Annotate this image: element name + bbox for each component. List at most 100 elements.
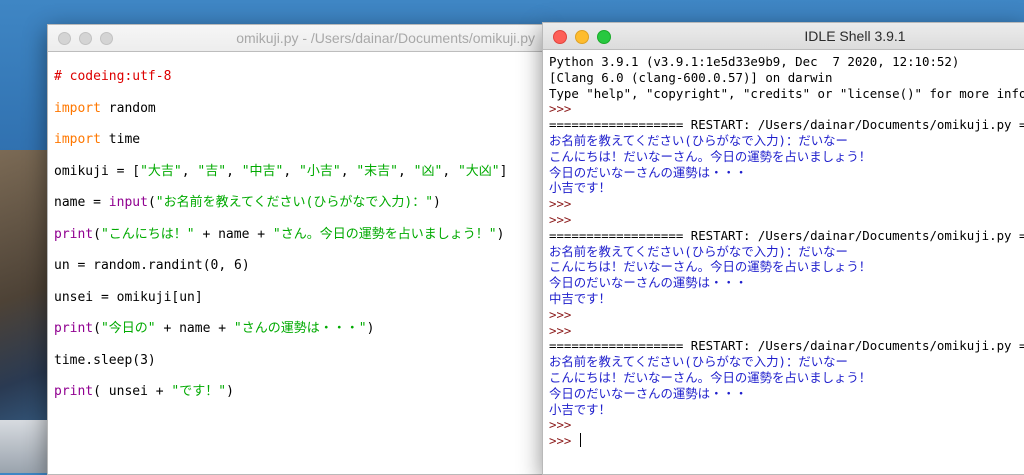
editor-window[interactable]: omikuji.py - /Users/dainar/Documents/omi… bbox=[47, 24, 544, 475]
code-token: print bbox=[54, 226, 94, 242]
shell-title: IDLE Shell 3.9.1 bbox=[804, 28, 906, 44]
shell-titlebar[interactable]: IDLE Shell 3.9.1 bbox=[543, 23, 1024, 50]
code-token: unsei = omikuji[un] bbox=[54, 289, 203, 305]
code-token: "大凶" bbox=[457, 163, 500, 179]
code-line[interactable]: print( unsei + "です！") bbox=[54, 383, 543, 415]
editor-titlebar[interactable]: omikuji.py - /Users/dainar/Documents/omi… bbox=[48, 25, 543, 52]
shell-output-line: こんにちは！だいなーさん。今日の運勢を占いましょう！ bbox=[549, 370, 1024, 386]
code-token: "こんにちは！" bbox=[100, 226, 195, 242]
shell-line-text: >>> bbox=[549, 211, 579, 227]
shell-output-line: ================== RESTART: /Users/daina… bbox=[549, 338, 1024, 354]
shell-line-text: 今日のだいなーさんの運勢は・・・ bbox=[549, 275, 748, 291]
shell-prompt-line: >>> bbox=[549, 307, 1024, 323]
shell-output-line: 今日のだいなーさんの運勢は・・・ bbox=[549, 275, 1024, 291]
shell-line-text: >>> bbox=[549, 101, 579, 117]
shell-prompt-line: >>> bbox=[549, 212, 1024, 228]
code-token: ( unsei + bbox=[93, 384, 172, 399]
code-token: input bbox=[108, 195, 148, 210]
code-token: import bbox=[54, 132, 101, 147]
code-token: , bbox=[340, 163, 357, 179]
shell-line-text: こんにちは！だいなーさん。今日の運勢を占いましょう！ bbox=[549, 148, 872, 164]
code-token: ( bbox=[93, 226, 101, 242]
shell-output-line: お名前を教えてください(ひらがなで入力)：だいなー bbox=[549, 354, 1024, 370]
shell-output-line: 小吉です！ bbox=[549, 402, 1024, 418]
shell-window[interactable]: IDLE Shell 3.9.1 Python 3.9.1 (v3.9.1:1e… bbox=[542, 22, 1024, 475]
shell-line-text: 小吉です！ bbox=[549, 401, 611, 417]
code-token: name = bbox=[54, 195, 109, 210]
shell-line-text: 中吉です！ bbox=[549, 290, 611, 306]
desktop-background-boat bbox=[0, 420, 48, 473]
shell-output-line: お名前を教えてください(ひらがなで入力)：だいなー bbox=[549, 133, 1024, 149]
shell-line-text: >>> bbox=[549, 433, 579, 449]
code-token: ] bbox=[499, 163, 508, 179]
shell-line-text: こんにちは！だいなーさん。今日の運勢を占いましょう！ bbox=[549, 259, 872, 275]
shell-output-line: お名前を教えてください(ひらがなで入力)：だいなー bbox=[549, 244, 1024, 260]
shell-output-line: Python 3.9.1 (v3.9.1:1e5d33e9b9, Dec 7 2… bbox=[549, 54, 1024, 70]
code-line[interactable]: unsei = omikuji[un] bbox=[54, 289, 543, 321]
shell-line-text: ================== RESTART: /Users/daina… bbox=[549, 227, 1024, 243]
code-token: , bbox=[398, 163, 414, 179]
code-token: ) bbox=[226, 384, 234, 399]
shell-prompt-line: >>> bbox=[549, 101, 1024, 117]
code-token: ) bbox=[433, 195, 441, 210]
shell-prompt-line: >>> bbox=[549, 417, 1024, 433]
shell-line-text: 小吉です！ bbox=[549, 180, 611, 196]
code-token: "大吉" bbox=[140, 163, 182, 179]
code-token: random bbox=[100, 100, 156, 116]
shell-prompt-line: >>> bbox=[549, 196, 1024, 212]
code-token: time bbox=[100, 132, 141, 147]
shell-output-area[interactable]: Python 3.9.1 (v3.9.1:1e5d33e9b9, Dec 7 2… bbox=[543, 50, 1024, 449]
code-token: time.sleep(3) bbox=[54, 352, 156, 368]
shell-line-text: Python 3.9.1 (v3.9.1:1e5d33e9b9, Dec 7 2… bbox=[549, 54, 960, 69]
shell-line-text: >>> bbox=[549, 306, 579, 322]
code-token: "吉" bbox=[197, 163, 227, 179]
shell-output-line: 今日のだいなーさんの運勢は・・・ bbox=[549, 386, 1024, 402]
code-token: "中吉" bbox=[241, 163, 284, 179]
code-token: "末吉" bbox=[356, 163, 398, 179]
shell-line-text: 今日のだいなーさんの運勢は・・・ bbox=[549, 385, 748, 401]
shell-line-text: 今日のだいなーさんの運勢は・・・ bbox=[549, 164, 748, 180]
shell-line-text: >>> bbox=[549, 322, 579, 338]
code-editor-area[interactable]: # codeing:utf-8 import random import time o… bbox=[48, 52, 543, 415]
code-token: ( bbox=[93, 321, 101, 336]
code-token: omikuji = [ bbox=[54, 163, 141, 179]
code-line[interactable]: # codeing:utf-8 bbox=[54, 68, 543, 100]
code-line[interactable]: un = random.randint(0, 6) bbox=[54, 257, 543, 289]
shell-output-line: こんにちは！だいなーさん。今日の運勢を占いましょう！ bbox=[549, 149, 1024, 165]
shell-line-text: Type "help", "copyright", "credits" or "… bbox=[549, 85, 1024, 101]
code-token: print bbox=[54, 384, 94, 399]
shell-line-text: >>> bbox=[549, 196, 579, 212]
code-token: print bbox=[54, 321, 94, 336]
shell-input-line[interactable]: >>> bbox=[549, 433, 1024, 449]
text-cursor bbox=[579, 433, 581, 448]
code-line[interactable]: import random bbox=[54, 100, 543, 132]
shell-output-line: [Clang 6.0 (clang-600.0.57)] on darwin bbox=[549, 70, 1024, 86]
shell-line-text: >>> bbox=[549, 417, 579, 433]
shell-output-line: 小吉です！ bbox=[549, 180, 1024, 196]
code-line[interactable]: import time bbox=[54, 131, 543, 163]
shell-output-line: ================== RESTART: /Users/daina… bbox=[549, 228, 1024, 244]
code-line[interactable]: name = input("お名前を教えてください(ひらがなで入力)：") bbox=[54, 194, 543, 226]
shell-line-text: お名前を教えてください(ひらがなで入力)：だいなー bbox=[549, 243, 848, 259]
editor-title: omikuji.py - /Users/dainar/Documents/omi… bbox=[236, 30, 535, 46]
shell-output-line: ================== RESTART: /Users/daina… bbox=[549, 117, 1024, 133]
code-line[interactable]: print("今日の" + name + "さんの運勢は・・・") bbox=[54, 320, 543, 352]
shell-line-text: [Clang 6.0 (clang-600.0.57)] on darwin bbox=[549, 69, 833, 85]
code-token: un = random.randint(0, 6) bbox=[54, 258, 250, 273]
shell-output-line: 中吉です！ bbox=[549, 291, 1024, 307]
code-token: "今日の" bbox=[100, 321, 156, 336]
code-token: ) bbox=[496, 226, 505, 242]
shell-line-text: こんにちは！だいなーさん。今日の運勢を占いましょう！ bbox=[549, 369, 872, 385]
shell-output-line: こんにちは！だいなーさん。今日の運勢を占いましょう！ bbox=[549, 259, 1024, 275]
code-token: "です！" bbox=[171, 384, 227, 399]
shell-line-text: お名前を教えてください(ひらがなで入力)：だいなー bbox=[549, 132, 848, 148]
code-token: "お名前を教えてください(ひらがなで入力)：" bbox=[155, 195, 434, 210]
code-token: "小吉" bbox=[299, 163, 341, 179]
shell-line-text: ================== RESTART: /Users/daina… bbox=[549, 117, 1024, 133]
code-token: , bbox=[181, 163, 198, 179]
code-line[interactable]: time.sleep(3) bbox=[54, 352, 543, 384]
shell-output-line: Type "help", "copyright", "credits" or "… bbox=[549, 86, 1024, 102]
code-token: ( bbox=[147, 195, 156, 210]
code-line[interactable]: print("こんにちは！" + name + "さん。今日の運勢を占いましょう… bbox=[54, 226, 543, 258]
code-line[interactable]: omikuji = ["大吉", "吉", "中吉", "小吉", "末吉", … bbox=[54, 163, 543, 195]
